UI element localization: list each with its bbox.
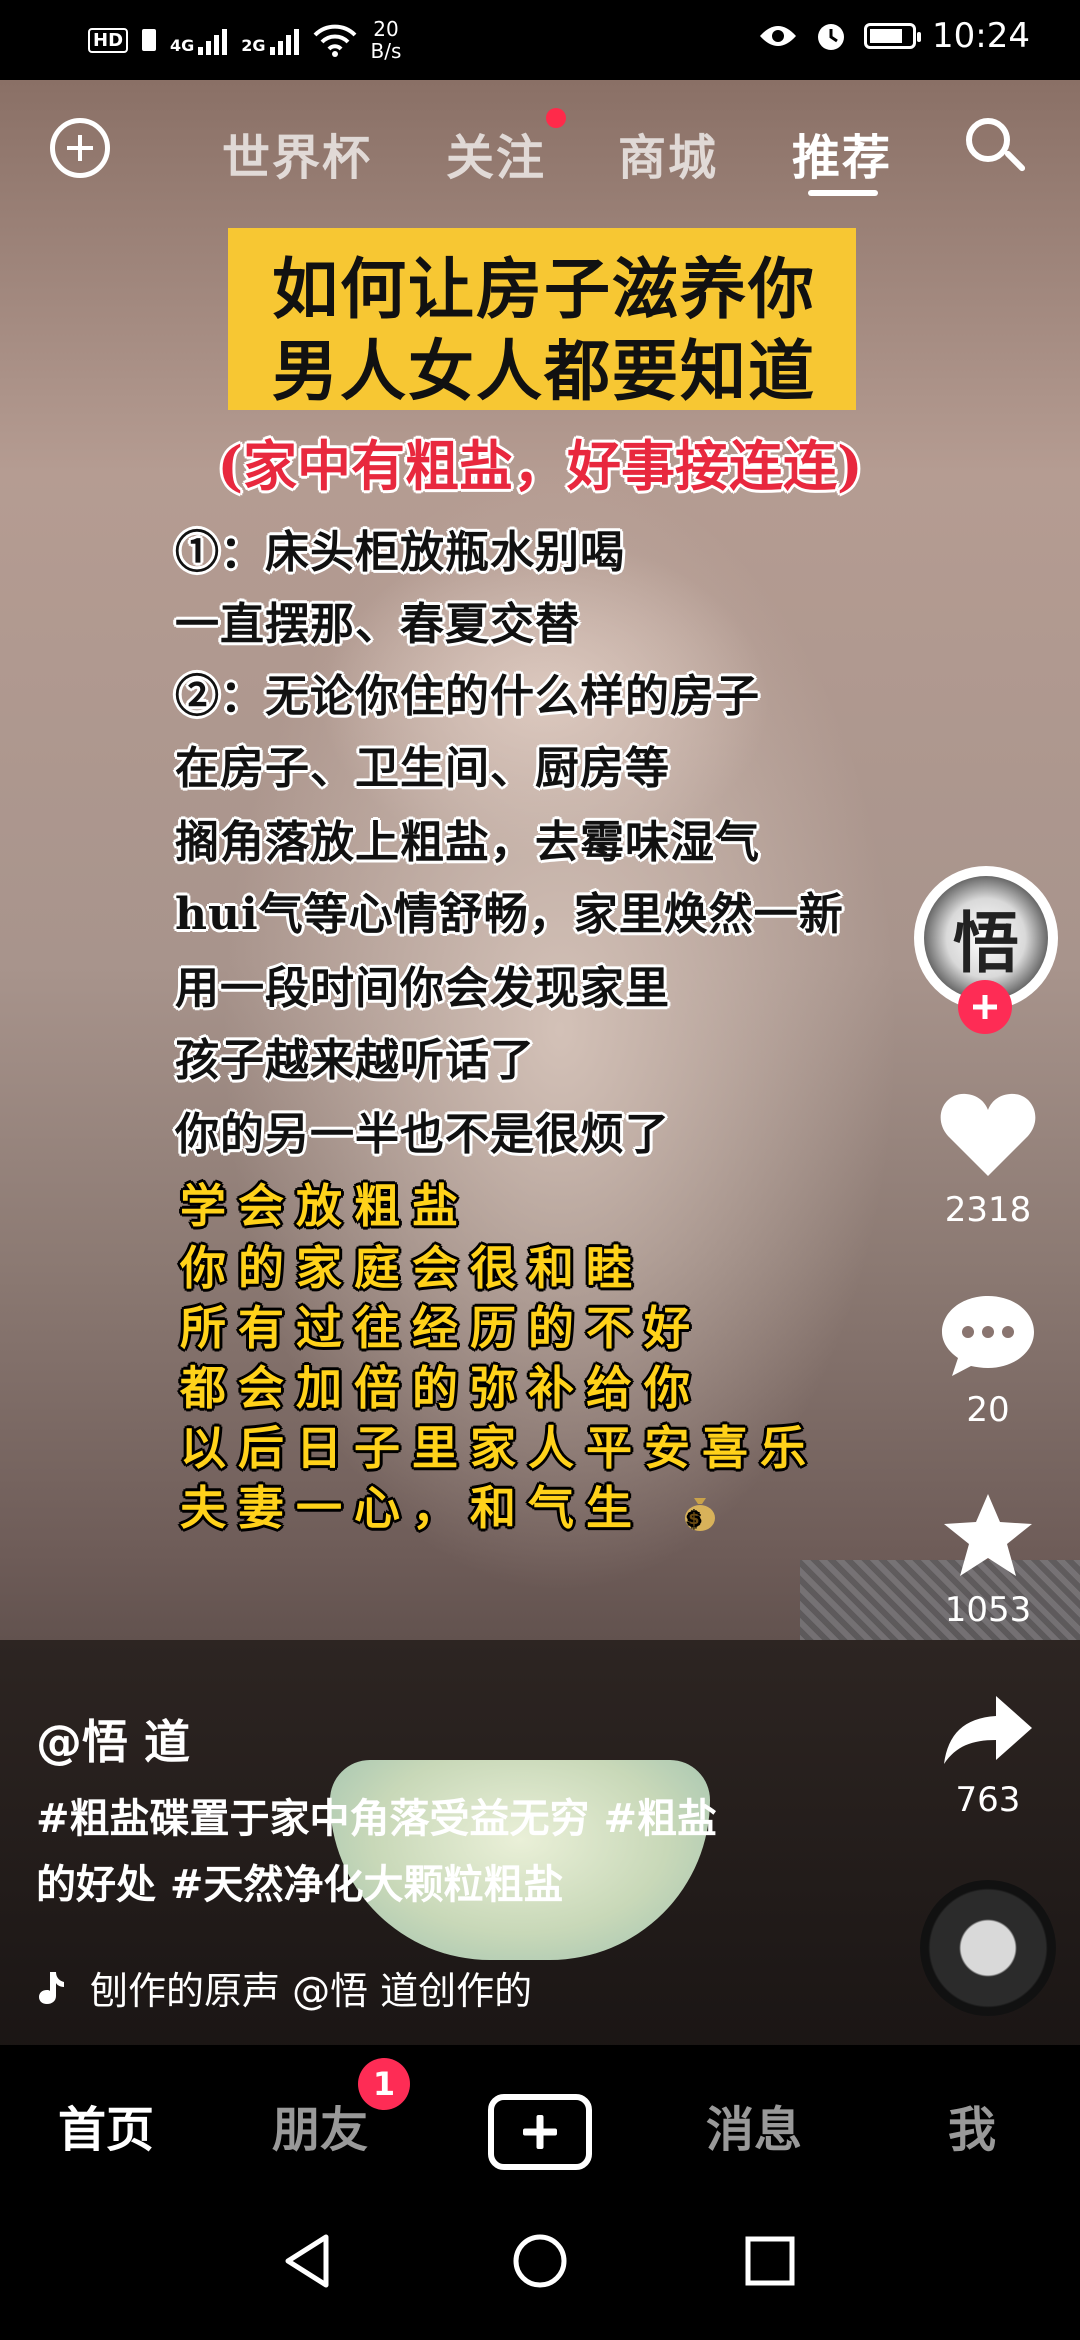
status-right: 10:24	[758, 16, 1030, 56]
like-button[interactable]: 2318	[928, 1090, 1048, 1230]
body-line: 在房子、卫生间、厨房等	[175, 743, 670, 794]
tab-mall[interactable]: 商城	[618, 118, 718, 188]
author-name[interactable]: @悟 道	[36, 1706, 190, 1772]
net-4g-label: 4G	[170, 36, 195, 55]
hd-icon: HD	[88, 27, 129, 53]
following-notification-dot	[546, 108, 566, 128]
music-info[interactable]: 刨作的原声 @悟 道创作的	[36, 1960, 576, 2015]
eye-icon	[760, 26, 797, 46]
share-button[interactable]: 763	[928, 1690, 1048, 1820]
video-caption[interactable]: #粗盐碟置于家中角落受益无穷 #粗盐的好处 #天然净化大颗粒粗盐	[36, 1786, 756, 1918]
friends-badge: 1	[358, 2058, 410, 2110]
favorite-count: 1053	[944, 1590, 1032, 1630]
body-line: ①：床头柜放瓶水别喝	[175, 527, 625, 578]
alarm-icon	[818, 24, 845, 50]
share-arrow-icon	[944, 1696, 1032, 1764]
gold-line-last: 夫妻一心，和气生	[180, 1481, 644, 1535]
speed-value: 20	[373, 17, 399, 41]
tab-recommend[interactable]: 推荐	[792, 118, 892, 188]
follow-button[interactable]	[958, 980, 1012, 1034]
status-bar: HD 4G 2G 20 B/s 10:24	[0, 0, 1080, 80]
network-speed: 20 B/s	[371, 18, 402, 62]
music-title: 刨作的原声 @悟 道创作的	[90, 1969, 533, 2013]
body-line: 一直摆那、春夏交替	[175, 599, 580, 650]
heart-icon	[940, 1093, 1036, 1176]
money-bag-icon: $	[685, 1498, 716, 1531]
recents-icon[interactable]	[744, 2235, 796, 2287]
search-icon[interactable]	[966, 118, 1010, 162]
speed-unit: B/s	[370, 39, 402, 63]
gold-line-with-moneybag: 夫妻一心，和气生 $	[180, 1472, 718, 1538]
gold-line: 以后日子里家人平安喜乐	[180, 1421, 818, 1475]
comment-icon	[942, 1296, 1034, 1376]
signal-2g-icon: 2G	[241, 25, 299, 55]
body-line: 搁角落放上粗盐，去霉味湿气	[175, 817, 760, 868]
music-disc-icon[interactable]	[920, 1880, 1056, 2016]
home-icon[interactable]	[512, 2233, 568, 2289]
add-circle-icon[interactable]	[50, 118, 110, 178]
like-count: 2318	[944, 1190, 1032, 1230]
tab-world-cup[interactable]: 世界杯	[222, 118, 372, 188]
battery-charging-icon	[864, 23, 922, 49]
body-line: 孩子越来越听话了	[175, 1035, 535, 1086]
create-button[interactable]	[488, 2094, 592, 2170]
back-icon[interactable]	[282, 2233, 332, 2289]
body-line: ②：无论你住的什么样的房子	[175, 671, 760, 722]
body-line: hui气等心情舒畅，家里焕然一新	[175, 889, 844, 940]
avatar-char: 悟	[953, 904, 1019, 982]
tab-following[interactable]: 关注	[446, 118, 546, 188]
wifi-icon	[313, 24, 356, 57]
comment-count: 20	[966, 1390, 1010, 1430]
share-count: 763	[955, 1780, 1021, 1820]
music-note-icon	[39, 1971, 64, 2004]
svg-text:$: $	[688, 1509, 711, 1528]
signal-4g-icon: 4G	[170, 25, 228, 55]
gold-line: 你的家庭会很和睦	[180, 1241, 644, 1295]
tab-friends[interactable]: 朋友	[272, 2090, 368, 2160]
video-subtitle: (家中有粗盐，好事接连连)	[217, 434, 863, 498]
gold-line: 所有过往经历的不好	[180, 1301, 702, 1355]
gold-line: 学会放粗盐	[180, 1179, 470, 1233]
gold-line: 都会加倍的弥补给你	[180, 1361, 702, 1415]
active-tab-indicator	[808, 190, 878, 196]
status-left: HD 4G 2G 20 B/s	[88, 18, 401, 62]
body-line: 用一段时间你会发现家里	[175, 963, 670, 1014]
system-navigation-bar	[0, 2195, 1080, 2340]
tab-messages[interactable]: 消息	[706, 2090, 802, 2160]
tab-home[interactable]: 首页	[58, 2090, 154, 2160]
net-2g-label: 2G	[241, 36, 266, 55]
favorite-button[interactable]: 1053	[928, 1490, 1048, 1630]
tab-me[interactable]: 我	[948, 2090, 996, 2160]
body-line: 你的另一半也不是很烦了	[175, 1109, 670, 1160]
star-icon	[944, 1494, 1032, 1576]
comment-button[interactable]: 20	[928, 1290, 1048, 1430]
sim-icon	[142, 29, 157, 51]
clock: 10:24	[932, 16, 1030, 56]
video-title-line-2: 男人女人都要知道	[272, 332, 816, 410]
